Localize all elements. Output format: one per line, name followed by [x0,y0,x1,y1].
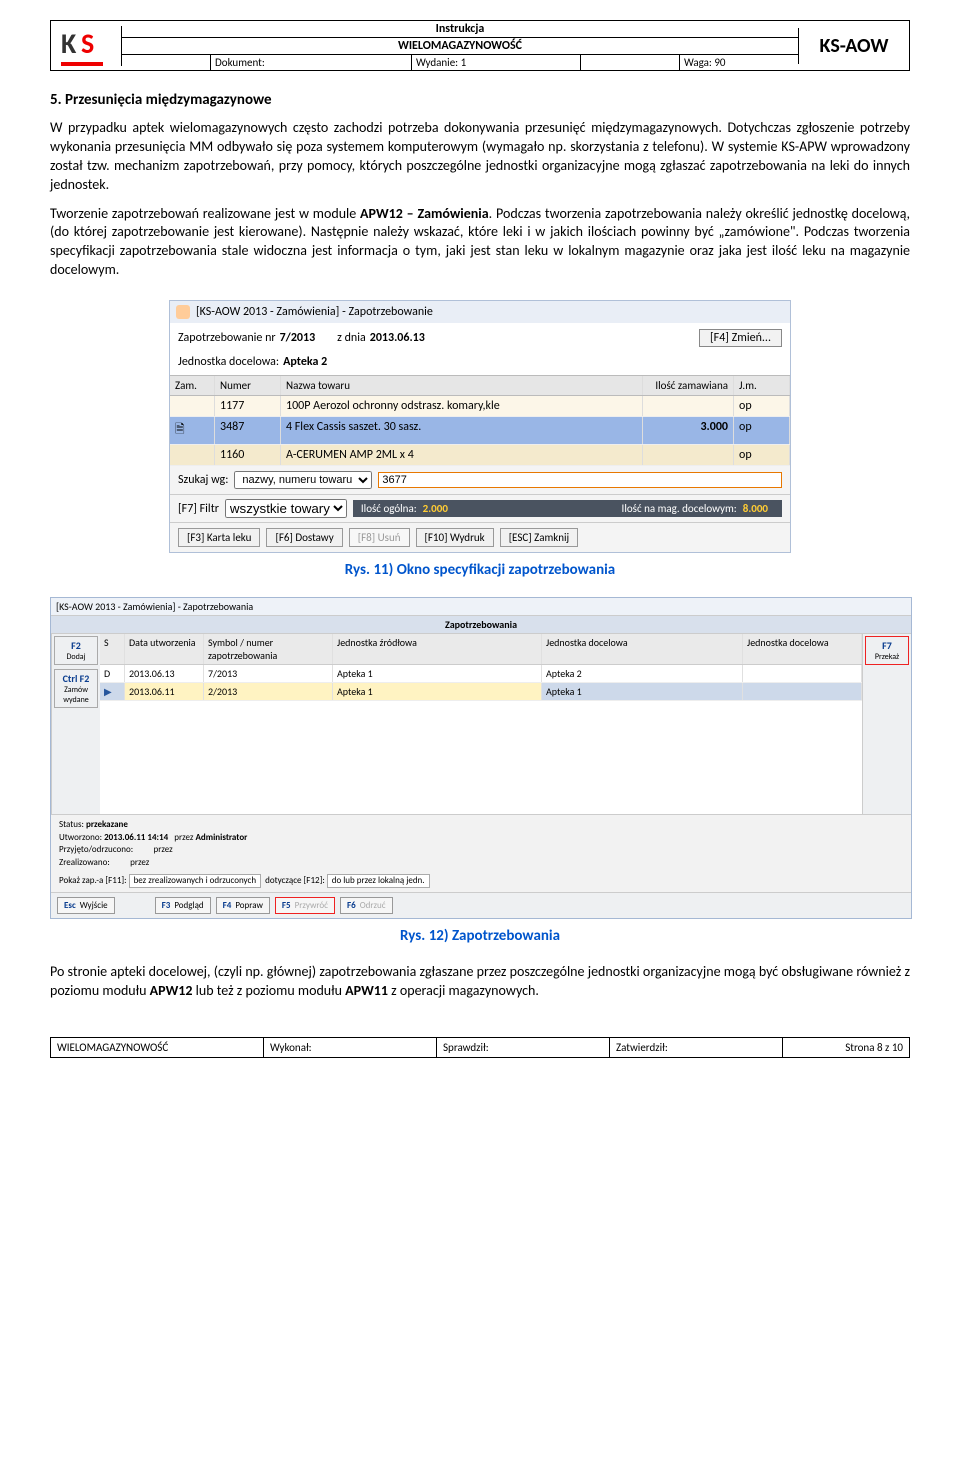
przywroc-button: F5Przywróć [275,897,335,914]
paragraph-3: Po stronie apteki docelowej, (czyli np. … [50,963,910,1001]
search-input[interactable] [378,472,782,488]
przekaz-button[interactable]: F7Przekaż [865,636,909,665]
app-icon [176,305,190,319]
wydruk-button[interactable]: [F10] Wydruk [416,528,494,547]
doc-header: KS Instrukcja WIELOMAGAZYNOWOŚĆ Dokument… [50,20,910,71]
table-row[interactable]: 1177 100P Aerozol ochronny odstrasz. kom… [170,396,790,417]
table-row[interactable]: ▶ 2013.06.11 2/2013 Apteka 1 Apteka 1 [100,683,862,701]
wydanie-label: Wydanie: 1 [412,55,581,70]
fig2-header: Zapotrzebowania [51,615,911,634]
section-title: 5. Przesunięcia międzymagazynowe [50,91,910,109]
footer-page: Strona 8 z 10 [783,1038,909,1057]
fig1-search-bar: Szukaj wg: nazwy, numeru towaru [170,466,790,494]
waga-label: Waga: 90 [680,55,798,70]
footer-col2: Wykonał: [264,1038,437,1057]
header-title2: WIELOMAGAZYNOWOŚĆ [122,38,798,55]
fig1-filter-bar: [F7] Filtr wszystkie towary Ilość ogólna… [170,494,790,522]
paragraph-2: Tworzenie zapotrzebowań realizowane jest… [50,205,910,281]
search-by-select[interactable]: nazwy, numeru towaru [234,471,372,489]
karta-leku-button[interactable]: [F3] Karta leku [178,528,260,547]
filter-2-select[interactable]: do lub przez lokalną jedn. [327,874,430,889]
table-row[interactable]: 🗎 3487 4 Flex Cassis saszet. 30 sasz. 3.… [170,417,790,445]
fig2-bottom-bar: EscWyjście F3Podgląd F4Popraw F5Przywróć… [51,892,911,918]
filter-select[interactable]: wszystkie towary [225,499,347,518]
podglad-button[interactable]: F3Podgląd [155,897,211,914]
fig1-titlebar: [KS-AOW 2013 - Zamówienia] - Zapotrzebow… [170,301,790,323]
doc-footer: WIELOMAGAZYNOWOŚĆ Wykonał: Sprawdził: Za… [50,1037,910,1058]
left-sidebar: F2Dodaj Ctrl F2Zamów wydane [51,634,100,814]
fig2-status-panel: Status: przekazane Utworzono: 2013.06.11… [51,814,911,892]
footer-col3: Sprawdził: [437,1038,610,1057]
usun-button: [F8] Usuń [349,528,410,547]
popraw-button[interactable]: F4Popraw [216,897,270,914]
brand-label: KS-AOW [798,28,909,64]
fig1-grid-header: Zam. Numer Nazwa towaru Ilość zamawiana … [170,375,790,396]
header-title1: Instrukcja [122,21,798,38]
change-button[interactable]: [F4] Zmień... [699,329,782,347]
figure-1-caption: Rys. 11) Okno specyfikacji zapotrzebowan… [50,561,910,579]
logo-cell: KS [51,26,122,66]
paragraph-1: W przypadku aptek wielomagazynowych częs… [50,119,910,195]
figure-2-caption: Rys. 12) Zapotrzebowania [50,927,910,945]
stat-bar: Ilość ogólna:2.000 Ilość na mag. docelow… [353,500,782,517]
right-sidebar: F7Przekaż [862,634,911,814]
filter-1-select[interactable]: bez zrealizowanych i odrzuconych [129,874,262,889]
dokument-label: Dokument: [211,55,412,70]
fig1-button-bar: [F3] Karta leku [F6] Dostawy [F8] Usuń [… [170,522,790,552]
fig2-grid-header: S Data utworzenia Symbol / numer zapotrz… [100,634,862,665]
fig2-grid: S Data utworzenia Symbol / numer zapotrz… [100,634,862,814]
footer-col4: Zatwierdził: [610,1038,783,1057]
zamknij-button[interactable]: [ESC] Zamknij [500,528,579,547]
dostawy-button[interactable]: [F6] Dostawy [266,528,342,547]
odrzuc-button: F6Odrzuć [340,897,393,914]
fig2-titlebar: [KS-AOW 2013 - Zamówienia] - Zapotrzebow… [51,598,911,615]
table-row[interactable]: 1160 A-CERUMEN AMP 2ML x 4 op [170,445,790,466]
ks-logo: KS [61,26,111,66]
fig1-window: [KS-AOW 2013 - Zamówienia] - Zapotrzebow… [169,300,791,553]
fig2-window: [KS-AOW 2013 - Zamówienia] - Zapotrzebow… [50,597,912,919]
wyjscie-button[interactable]: EscWyjście [57,897,115,914]
footer-col1: WIELOMAGAZYNOWOŚĆ [51,1038,264,1057]
dodaj-button[interactable]: F2Dodaj [54,636,98,665]
zamow-wydane-button[interactable]: Ctrl F2Zamów wydane [54,669,98,708]
header-mid: Instrukcja WIELOMAGAZYNOWOŚĆ Dokument: W… [122,21,798,70]
fig1-header-panel: Zapotrzebowanie nr 7/2013 z dnia 2013.06… [170,323,790,375]
table-row[interactable]: D 2013.06.13 7/2013 Apteka 1 Apteka 2 [100,665,862,683]
